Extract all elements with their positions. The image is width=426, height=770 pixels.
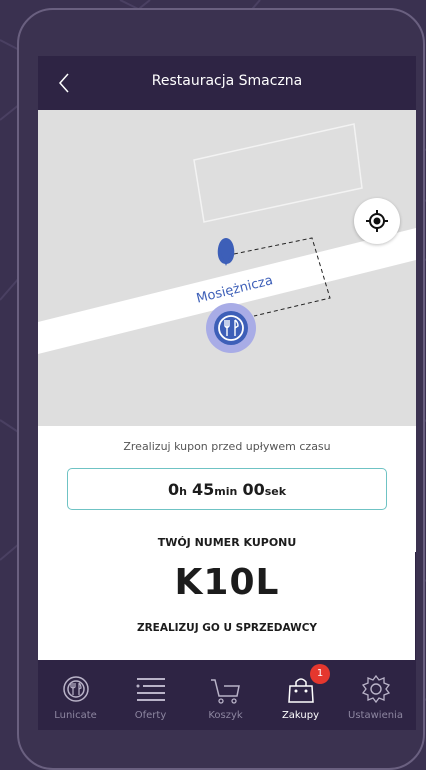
- timer-minutes-unit: min: [214, 485, 238, 498]
- page-title: Restauracja Smaczna: [151, 73, 303, 89]
- edge-divider: [415, 552, 416, 662]
- tab-label: Ustawienia: [348, 710, 403, 721]
- timer-hours: 0: [167, 480, 180, 499]
- list-icon: [136, 678, 165, 701]
- tab-zakupy[interactable]: 1 Zakupy: [263, 660, 338, 730]
- tab-lunicate[interactable]: Lunicate: [38, 660, 113, 730]
- restaurant-icon: [63, 676, 89, 702]
- gear-icon: [361, 674, 391, 704]
- tab-ustawienia[interactable]: Ustawienia: [338, 660, 413, 730]
- my-location-button[interactable]: [354, 198, 400, 244]
- building-outline: [193, 123, 363, 223]
- bottom-tab-bar: Lunicate Oferty Koszyk 1 Zakupy Ustawien…: [38, 660, 416, 730]
- tab-label: Lunicate: [54, 710, 97, 721]
- restaurant-marker[interactable]: [206, 303, 256, 353]
- app-screen: Restauracja Smaczna Mosiężnicza Zrealizu…: [38, 56, 416, 730]
- timer-seconds: 00: [242, 480, 265, 499]
- tab-label: Oferty: [134, 710, 167, 721]
- countdown-timer: 0h 45min 00sek: [67, 468, 387, 510]
- tab-oferty[interactable]: Oferty: [113, 660, 188, 730]
- cart-count-badge: 1: [310, 664, 330, 684]
- timer-hours-unit: h: [179, 485, 187, 498]
- coupon-number-label: TWÓJ NUMER KUPONU: [157, 536, 297, 549]
- top-bar: Restauracja Smaczna: [38, 56, 416, 110]
- tab-label: Koszyk: [208, 710, 243, 721]
- map-view[interactable]: Mosiężnicza: [38, 110, 416, 426]
- location-pin-icon[interactable]: [217, 238, 235, 266]
- map-canvas: Mosiężnicza: [38, 123, 416, 354]
- cart-icon: [211, 679, 240, 704]
- timer-seconds-unit: sek: [264, 485, 287, 498]
- redeem-instruction: ZREALIZUJ GO U SPRZEDAWCY: [136, 622, 318, 634]
- coupon-code: K10L: [174, 562, 280, 603]
- timer-hint: Zrealizuj kupon przed upływem czasu: [123, 440, 331, 453]
- tab-label: Zakupy: [281, 710, 320, 721]
- crosshair-icon: [366, 210, 388, 232]
- tab-koszyk[interactable]: Koszyk: [188, 660, 263, 730]
- coupon-panel: Zrealizuj kupon przed upływem czasu 0h 4…: [38, 426, 416, 662]
- timer-minutes: 45: [192, 480, 215, 499]
